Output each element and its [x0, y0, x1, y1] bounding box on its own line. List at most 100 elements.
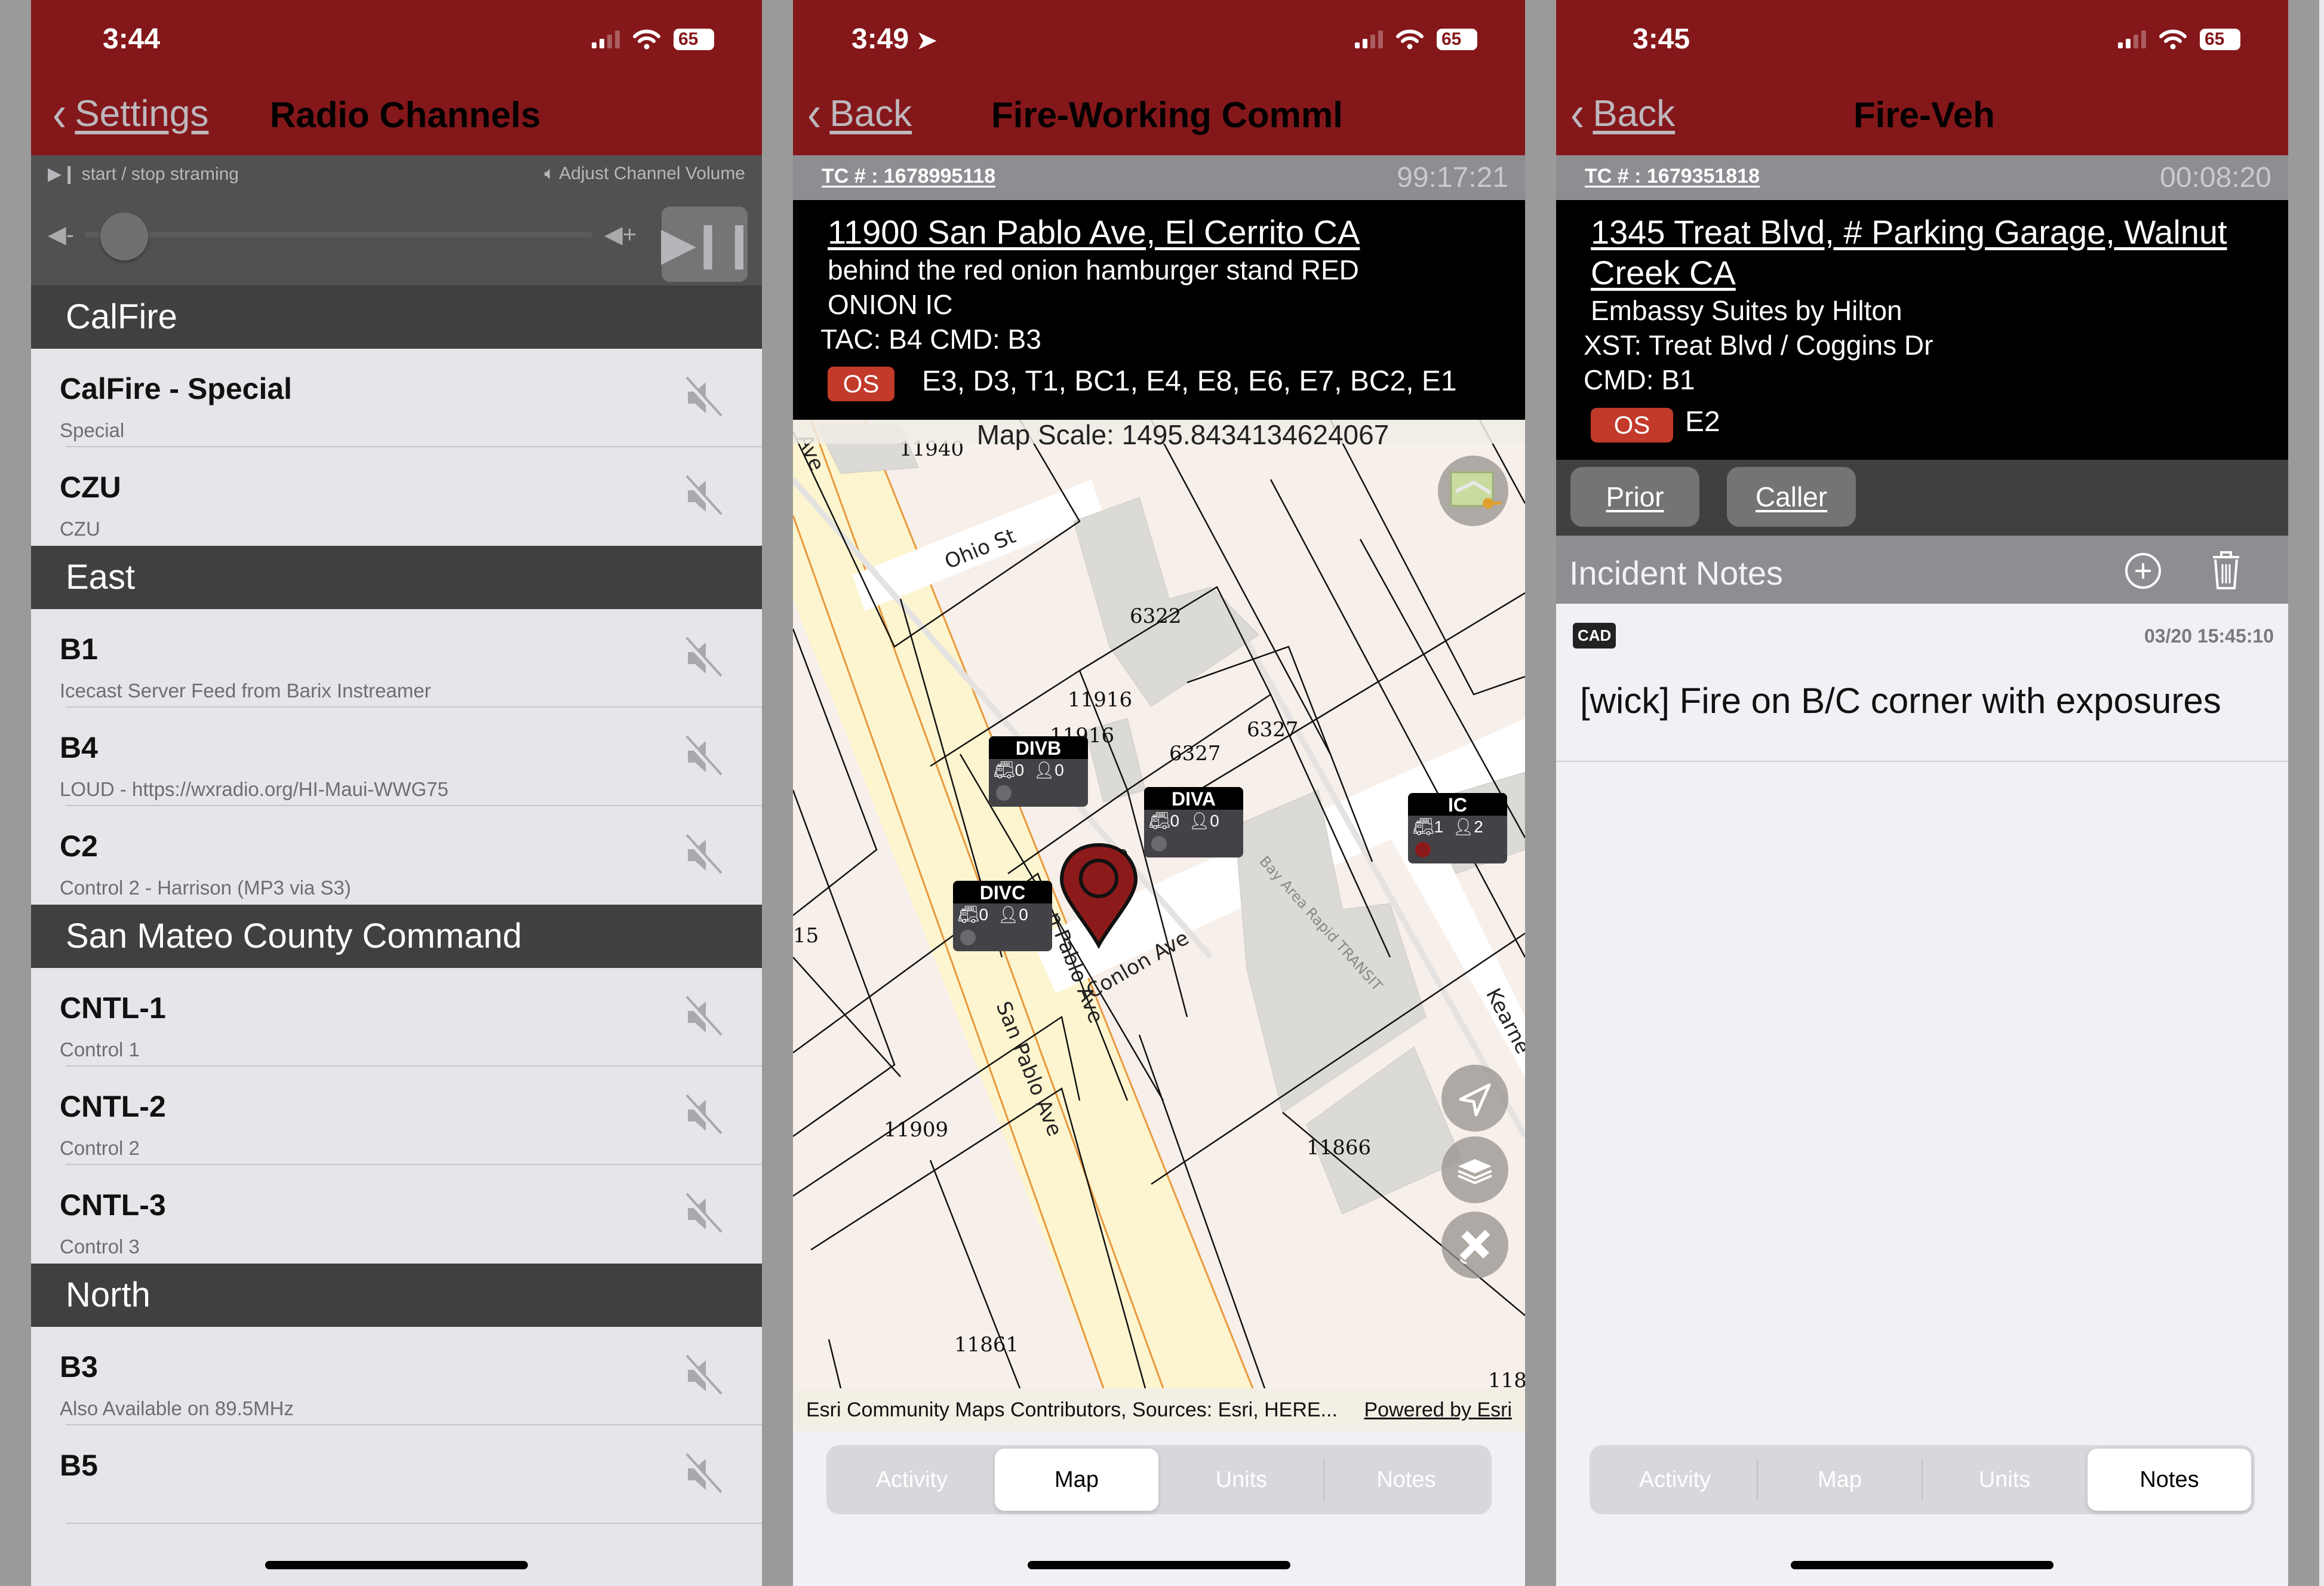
- muted-speaker-icon[interactable]: [682, 635, 724, 681]
- tab-map[interactable]: Map: [1758, 1449, 1922, 1511]
- radio-channels-screen: 3:44 65 ‹ Settings Radio Channels ▶❙ sta…: [31, 0, 762, 1586]
- tab-notes[interactable]: Notes: [1324, 1449, 1488, 1511]
- locate-me-button[interactable]: [1441, 1065, 1508, 1132]
- volume-slider-thumb[interactable]: [100, 213, 148, 260]
- incident-map[interactable]: Ohio St Conlon Ave San Pablo Ave n Pablo…: [793, 420, 1525, 1388]
- elapsed-timer: 00:08:20: [2160, 162, 2271, 193]
- basemap-gallery-button[interactable]: [1438, 456, 1508, 526]
- channel-row[interactable]: CalFire - Special Special: [31, 349, 762, 447]
- add-note-icon[interactable]: [2123, 551, 2163, 591]
- muted-speaker-icon[interactable]: [682, 1191, 724, 1237]
- parcel-number: 11909: [884, 1118, 948, 1142]
- address-line-2: Creek CA: [1591, 254, 1736, 291]
- volume-down-icon[interactable]: ◀-: [48, 221, 74, 248]
- trash-icon[interactable]: [2207, 549, 2245, 592]
- muted-speaker-icon[interactable]: [682, 734, 724, 779]
- parcel-number: 6322: [1130, 604, 1182, 628]
- prior-button[interactable]: Prior: [1570, 467, 1699, 527]
- section-header: CalFire: [31, 285, 762, 349]
- assigned-units: E2: [1685, 406, 1720, 438]
- unit-marker-name: DIVB: [989, 736, 1088, 759]
- back-button[interactable]: ‹ Back: [1570, 85, 1675, 142]
- vehicle-count: 0: [979, 905, 989, 924]
- row-divider: [66, 1523, 762, 1524]
- unit-marker-diva[interactable]: DIVA 🚒︎0 👤︎0: [1144, 787, 1243, 857]
- muted-speaker-icon[interactable]: [682, 1452, 724, 1497]
- location-note-cont: ONION IC: [828, 289, 953, 320]
- satellite-button[interactable]: [1441, 1212, 1508, 1278]
- caller-button[interactable]: Caller: [1727, 467, 1856, 527]
- unit-marker-ic[interactable]: IC 🚒︎1 👤︎2: [1408, 793, 1507, 863]
- fire-truck-icon: 🚒︎: [994, 761, 1015, 779]
- nav-header: 3:49 ➤ 65 ‹ Back Fire-Working Comml: [793, 0, 1525, 155]
- layers-icon: [1458, 1159, 1492, 1185]
- channel-row[interactable]: C2 Control 2 - Harrison (MP3 via S3): [31, 806, 762, 905]
- muted-speaker-icon[interactable]: [682, 832, 724, 878]
- vehicle-count: 0: [1015, 761, 1025, 779]
- unit-marker-counts: 🚒︎0 👤︎0: [989, 759, 1088, 781]
- battery-icon: 65: [674, 29, 714, 50]
- chevron-left-icon: ‹: [807, 85, 822, 142]
- people-count: 0: [1210, 812, 1219, 830]
- channel-row[interactable]: CNTL-1 Control 1: [31, 968, 762, 1066]
- channel-row[interactable]: CZU CZU: [31, 447, 762, 546]
- channel-title: B3: [60, 1350, 98, 1384]
- parcel-number: 11861: [954, 1333, 1019, 1357]
- tc-number-link[interactable]: TC # : 1678995118: [822, 165, 995, 188]
- channel-title: CNTL-2: [60, 1090, 166, 1123]
- tab-units[interactable]: Units: [1923, 1449, 2086, 1511]
- view-tabs: Activity Map Units Notes: [826, 1445, 1492, 1514]
- muted-speaker-icon[interactable]: [682, 1093, 724, 1138]
- adjacent-screen-edge: [2319, 0, 2324, 1586]
- muted-speaker-icon[interactable]: [682, 474, 724, 519]
- home-indicator[interactable]: [1028, 1561, 1290, 1569]
- battery-icon: 65: [2200, 29, 2240, 50]
- muted-speaker-icon[interactable]: [682, 1353, 724, 1398]
- incident-address-link[interactable]: 11900 San Pablo Ave, El Cerrito CA: [828, 212, 1360, 253]
- channel-row[interactable]: B1 Icecast Server Feed from Barix Instrea…: [31, 609, 762, 708]
- map-canvas[interactable]: Ohio St Conlon Ave San Pablo Ave n Pablo…: [793, 420, 1525, 1388]
- channel-row[interactable]: CNTL-2 Control 2: [31, 1066, 762, 1165]
- map-scale: Map Scale: 1495.8434134624067: [793, 420, 1525, 450]
- tab-map[interactable]: Map: [995, 1449, 1158, 1511]
- location-note: Embassy Suites by Hilton: [1591, 295, 1902, 326]
- signal-icon: [592, 30, 620, 48]
- channel-title: B4: [60, 731, 98, 764]
- layers-button[interactable]: [1441, 1136, 1508, 1203]
- back-button[interactable]: ‹ Settings: [53, 85, 208, 142]
- muted-speaker-icon[interactable]: [682, 375, 724, 420]
- tab-units[interactable]: Units: [1160, 1449, 1323, 1511]
- os-badge: OS: [828, 367, 894, 401]
- tab-notes[interactable]: Notes: [2088, 1449, 2251, 1511]
- chevron-left-icon: ‹: [53, 85, 67, 142]
- channel-subtitle: Control 1: [60, 1038, 140, 1061]
- channel-row[interactable]: B4 LOUD - https://wxradio.org/HI-Maui-WWG…: [31, 708, 762, 806]
- home-indicator[interactable]: [1791, 1561, 2054, 1569]
- note-item[interactable]: CAD 03/20 15:45:10 [wick] Fire on B/C co…: [1556, 604, 2288, 762]
- channel-subtitle: Control 2: [60, 1137, 140, 1159]
- channel-row[interactable]: CNTL-3 Control 3: [31, 1165, 762, 1264]
- volume-up-icon[interactable]: ◀+: [604, 221, 637, 248]
- unit-marker-divb[interactable]: DIVB 🚒︎0 👤︎0: [989, 736, 1088, 807]
- volume-slider[interactable]: [85, 232, 592, 238]
- stream-controls: ▶❙ start / stop straming 🔈︎ Adjust Chann…: [31, 155, 762, 285]
- section-header: North: [31, 1264, 762, 1327]
- channel-title: CZU: [60, 471, 121, 504]
- tc-number-link[interactable]: TC # : 1679351818: [1585, 165, 1760, 188]
- incident-address-link[interactable]: 1345 Treat Blvd, # Parking Garage, Walnu…: [1591, 212, 2227, 293]
- muted-speaker-icon[interactable]: [682, 994, 724, 1040]
- play-pause-button[interactable]: ▶❙❙: [662, 207, 757, 282]
- tab-activity[interactable]: Activity: [1593, 1449, 1757, 1511]
- channel-row[interactable]: B3 Also Available on 89.5MHz: [31, 1327, 762, 1425]
- building: [1073, 497, 1259, 707]
- tab-activity[interactable]: Activity: [830, 1449, 994, 1511]
- channel-row[interactable]: B5: [31, 1425, 762, 1524]
- navigation-arrow-icon: [1459, 1083, 1491, 1117]
- unit-status-dot: [1151, 836, 1167, 852]
- powered-by-esri-link[interactable]: Powered by Esri: [1364, 1388, 1512, 1431]
- home-indicator[interactable]: [265, 1561, 528, 1569]
- nav-header: 3:45 65 ‹ Back Fire-Veh: [1556, 0, 2288, 155]
- unit-marker-divc[interactable]: DIVC 🚒︎0 👤︎0: [953, 881, 1052, 951]
- wifi-icon: [2159, 29, 2187, 50]
- back-button[interactable]: ‹ Back: [807, 85, 912, 142]
